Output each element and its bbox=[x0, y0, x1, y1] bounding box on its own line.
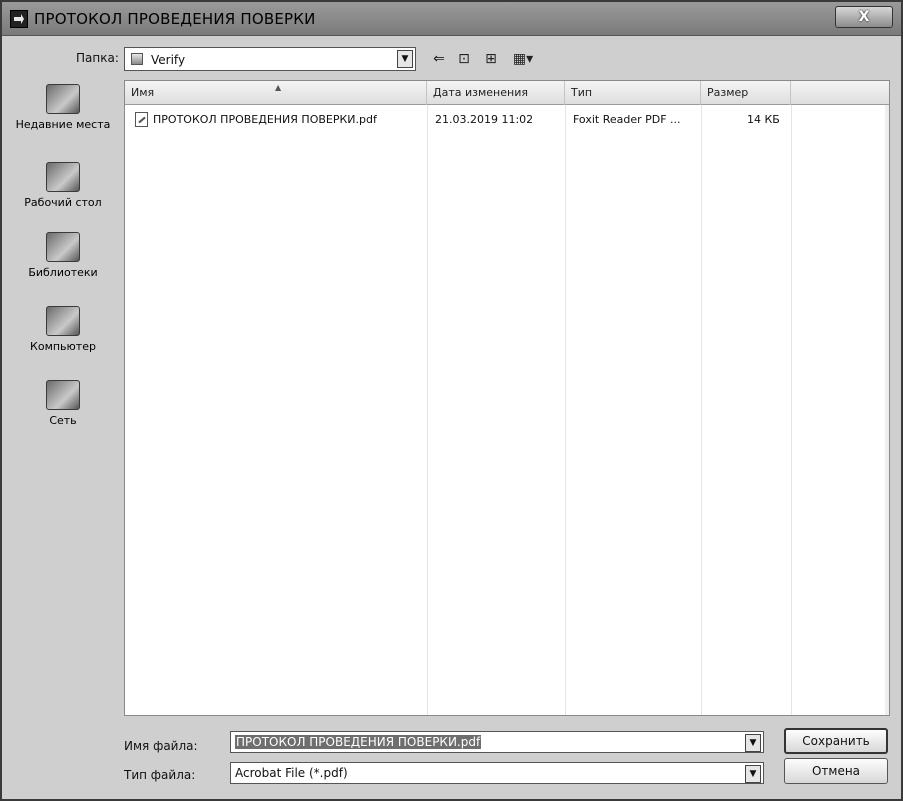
sort-ascending-icon: ▲ bbox=[275, 83, 282, 92]
chevron-down-icon[interactable]: ▼ bbox=[745, 734, 761, 752]
new-folder-icon[interactable]: ⊞ bbox=[480, 49, 502, 69]
file-size: 14 КБ bbox=[747, 113, 780, 126]
window-title: ПРОТОКОЛ ПРОВЕДЕНИЯ ПОВЕРКИ bbox=[34, 10, 316, 28]
place-libraries[interactable]: Библиотеки bbox=[10, 232, 116, 279]
filename-value: ПРОТОКОЛ ПРОВЕДЕНИЯ ПОВЕРКИ.pdf bbox=[235, 735, 482, 749]
save-button[interactable]: Сохранить bbox=[784, 728, 888, 754]
place-desktop[interactable]: Рабочий стол bbox=[10, 162, 116, 209]
desktop-icon bbox=[46, 162, 80, 192]
close-button[interactable]: X bbox=[835, 6, 893, 28]
place-label: Сеть bbox=[49, 414, 77, 427]
filetype-select[interactable]: Acrobat File (*.pdf) ▼ bbox=[230, 762, 764, 784]
column-divider bbox=[701, 105, 702, 715]
scrollbar[interactable] bbox=[885, 105, 889, 715]
back-arrow-icon[interactable]: ⇐ bbox=[430, 49, 448, 69]
folder-icon bbox=[131, 53, 143, 65]
column-divider bbox=[427, 105, 428, 715]
cancel-button[interactable]: Отмена bbox=[784, 758, 888, 784]
column-divider bbox=[565, 105, 566, 715]
column-name[interactable]: Имя ▲ bbox=[125, 81, 427, 105]
file-modified: 21.03.2019 11:02 bbox=[435, 113, 534, 126]
title-bar[interactable]: ПРОТОКОЛ ПРОВЕДЕНИЯ ПОВЕРКИ X bbox=[2, 2, 901, 36]
filetype-label: Тип файла: bbox=[124, 768, 196, 782]
app-icon bbox=[10, 10, 28, 28]
network-icon bbox=[46, 380, 80, 410]
up-folder-icon[interactable]: ⊡ bbox=[454, 49, 474, 69]
file-name: ПРОТОКОЛ ПРОВЕДЕНИЯ ПОВЕРКИ.pdf bbox=[153, 113, 377, 126]
place-recent[interactable]: Недавние места bbox=[10, 84, 116, 131]
column-size[interactable]: Размер bbox=[701, 81, 791, 105]
column-modified[interactable]: Дата изменения bbox=[427, 81, 565, 105]
places-bar: Недавние места Рабочий стол Библиотеки К… bbox=[10, 80, 116, 720]
pdf-file-icon bbox=[135, 112, 148, 127]
computer-icon bbox=[46, 306, 80, 336]
place-label: Рабочий стол bbox=[24, 196, 102, 209]
file-type: Foxit Reader PDF ... bbox=[573, 113, 681, 126]
place-label: Библиотеки bbox=[28, 266, 98, 279]
column-divider bbox=[791, 105, 792, 715]
view-menu-icon[interactable]: ▦▾ bbox=[508, 49, 538, 69]
filename-input[interactable]: ПРОТОКОЛ ПРОВЕДЕНИЯ ПОВЕРКИ.pdf ▼ bbox=[230, 731, 764, 753]
filename-label: Имя файла: bbox=[124, 739, 198, 753]
close-icon: X bbox=[858, 9, 870, 25]
file-list[interactable]: Имя ▲ Дата изменения Тип Размер ПРОТОКОЛ… bbox=[124, 80, 890, 716]
libraries-icon bbox=[46, 232, 80, 262]
save-dialog: ПРОТОКОЛ ПРОВЕДЕНИЯ ПОВЕРКИ X Папка: Ver… bbox=[0, 0, 903, 801]
folder-label: Папка: bbox=[76, 51, 119, 65]
table-row[interactable]: ПРОТОКОЛ ПРОВЕДЕНИЯ ПОВЕРКИ.pdf 21.03.20… bbox=[125, 109, 889, 131]
column-type[interactable]: Тип bbox=[565, 81, 701, 105]
place-label: Компьютер bbox=[30, 340, 96, 353]
place-label: Недавние места bbox=[15, 118, 111, 131]
list-header: Имя ▲ Дата изменения Тип Размер bbox=[125, 81, 889, 105]
recent-places-icon bbox=[46, 84, 80, 114]
folder-select[interactable]: Verify ▼ bbox=[124, 47, 416, 71]
place-network[interactable]: Сеть bbox=[10, 380, 116, 427]
folder-value: Verify bbox=[151, 53, 186, 67]
chevron-down-icon[interactable]: ▼ bbox=[397, 50, 413, 68]
filetype-value: Acrobat File (*.pdf) bbox=[235, 766, 348, 780]
place-computer[interactable]: Компьютер bbox=[10, 306, 116, 353]
chevron-down-icon[interactable]: ▼ bbox=[745, 765, 761, 783]
